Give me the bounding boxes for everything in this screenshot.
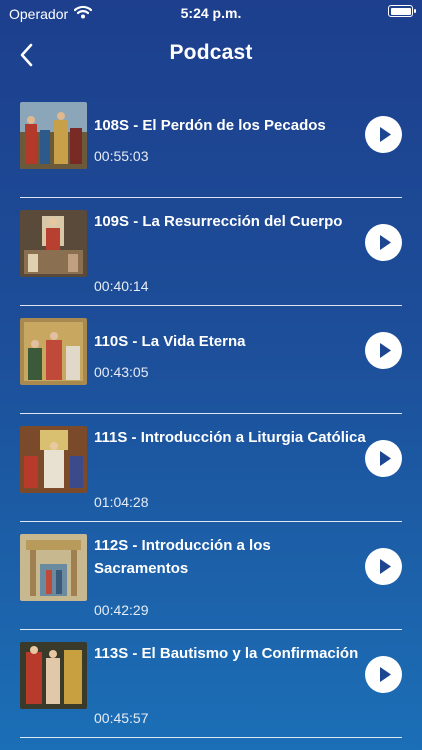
play-button[interactable] [365,332,402,369]
episode-duration: 00:42:29 [94,602,149,618]
episode-duration: 00:40:14 [94,278,149,294]
episode-artwork [20,210,87,277]
episode-artwork [20,318,87,385]
page-title: Podcast [169,41,253,64]
episode-title: 113S - El Bautismo y la Confirmación [94,645,359,662]
play-button[interactable] [365,656,402,693]
episode-row[interactable]: 113S - El Bautismo y la Confirmación 00:… [20,630,402,738]
play-button[interactable] [365,116,402,153]
episode-row[interactable]: 109S - La Resurrección del Cuerpo 00:40:… [20,198,402,306]
episode-artwork [20,642,87,709]
play-button[interactable] [365,440,402,477]
status-bar: Operador 5:24 p.m. [0,0,422,26]
play-button[interactable] [365,224,402,261]
episode-duration: 00:43:05 [94,364,149,380]
episode-artwork [20,102,87,169]
episode-duration: 00:45:57 [94,710,149,726]
episode-row[interactable]: 108S - El Perdón de los Pecados 00:55:03 [20,90,402,198]
battery-icon [388,5,416,17]
episode-artwork [20,534,87,601]
play-icon [380,559,391,574]
episode-row[interactable]: 111S - Introducción a Liturgia Católica … [20,414,402,522]
play-icon [380,451,391,466]
episode-title: 110S - La Vida Eterna [94,333,246,350]
episode-duration: 00:55:03 [94,148,149,164]
episode-title: 109S - La Resurrección del Cuerpo [94,213,343,230]
episode-title: 112S - Introducción a los Sacramentos [94,537,271,577]
navigation-bar: Podcast [0,30,422,78]
play-icon [380,343,391,358]
episode-list: 108S - El Perdón de los Pecados 00:55:03… [0,90,422,738]
clock: 5:24 p.m. [180,5,242,21]
episode-row[interactable]: 112S - Introducción a los Sacramentos 00… [20,522,402,630]
play-icon [380,127,391,142]
episode-title: 108S - El Perdón de los Pecados [94,117,326,134]
episode-title: 111S - Introducción a Liturgia Católica [94,429,366,446]
play-icon [380,235,391,250]
episode-row[interactable]: 110S - La Vida Eterna 00:43:05 [20,306,402,414]
episode-duration: 01:04:28 [94,494,149,510]
play-icon [380,667,391,682]
episode-artwork [20,426,87,493]
play-button[interactable] [365,548,402,585]
